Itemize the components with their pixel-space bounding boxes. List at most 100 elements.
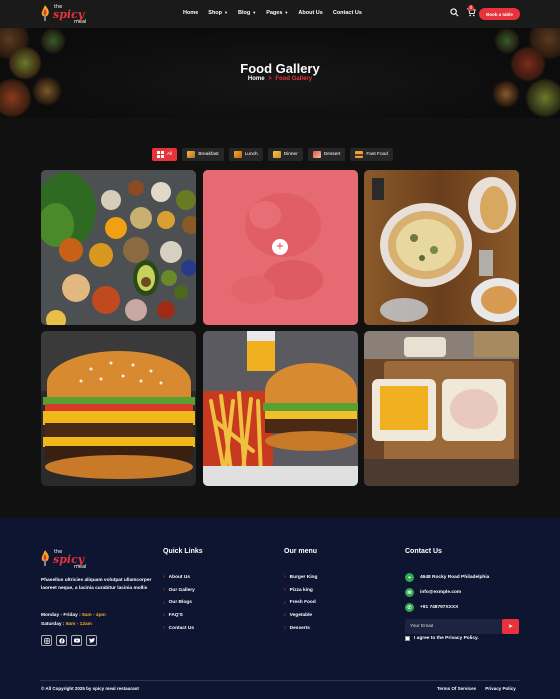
menu-link-burger-king[interactable]: › Burger King xyxy=(284,571,317,584)
search-icon[interactable] xyxy=(450,8,459,17)
filter-all[interactable]: All xyxy=(152,148,178,161)
breadcrumb-home[interactable]: Home xyxy=(248,76,265,82)
gallery-item-vegetables[interactable] xyxy=(41,170,196,325)
hours-saturday: Saturday : 8am - 12am xyxy=(41,620,106,629)
quick-link-contact[interactable]: › Contact Us xyxy=(163,622,195,635)
contact-title: Contact Us xyxy=(405,548,442,555)
nav-label: Blog xyxy=(238,10,251,16)
nav-item-shop[interactable]: Shop ▼ xyxy=(208,10,228,16)
nav-label: Shop xyxy=(208,10,223,16)
flame-icon xyxy=(41,550,49,566)
gallery-item-cheese-toast[interactable] xyxy=(364,331,519,486)
filter-fast-food[interactable]: Fast Food xyxy=(350,148,393,161)
page-hero: Food Gallery Home > Food Gallery xyxy=(0,28,560,118)
privacy-agree[interactable]: I agree to the Privacy Policy. xyxy=(405,636,479,641)
chevron-right-icon: › xyxy=(284,574,286,581)
page-title: Food Gallery xyxy=(240,61,320,76)
quick-link-faqs[interactable]: › FAQ'S xyxy=(163,609,195,622)
link-label: FAQ'S xyxy=(168,612,183,618)
filter-label: All xyxy=(167,152,173,157)
nav-item-blog[interactable]: Blog ▼ xyxy=(238,10,256,16)
chevron-right-icon: › xyxy=(284,625,286,632)
privacy-link[interactable]: Privacy Policy xyxy=(485,686,516,691)
filter-label: Fast Food xyxy=(366,152,388,157)
breakfast-icon xyxy=(187,151,196,158)
gallery-item-cheeseburger[interactable] xyxy=(41,331,196,486)
burger-fries-image xyxy=(203,331,358,486)
quick-link-gallery[interactable]: › Our Gallery xyxy=(163,584,195,597)
quick-link-blogs[interactable]: › Our Blogs xyxy=(163,596,195,609)
nav-item-home[interactable]: Home xyxy=(183,10,198,16)
chevron-right-icon: › xyxy=(163,625,165,632)
link-label: Contact Us xyxy=(168,625,194,631)
gallery-item-burger-fries[interactable] xyxy=(203,331,358,486)
breadcrumb-current: Food Gallery xyxy=(275,76,313,82)
link-label: Vegetable xyxy=(289,612,313,618)
food-decoration xyxy=(492,80,520,108)
opening-hours: Monday - Friday : 8am - 4pm Saturday : 8… xyxy=(41,611,106,629)
flame-icon xyxy=(41,5,49,21)
grid-icon xyxy=(157,151,164,158)
food-decoration xyxy=(494,28,520,54)
pizza-image xyxy=(364,170,519,325)
chevron-down-icon: ▼ xyxy=(252,10,257,15)
filter-label: Dinner xyxy=(283,152,298,157)
send-icon[interactable]: ➤ xyxy=(502,619,519,634)
chevron-right-icon: › xyxy=(284,612,286,619)
filter-label: Lunch xyxy=(244,152,258,157)
chevron-down-icon: ▼ xyxy=(284,10,289,15)
filter-lunch[interactable]: Lunch xyxy=(228,148,263,161)
menu-link-pizza-king[interactable]: › Pizza king xyxy=(284,584,317,597)
menu-link-fresh-food[interactable]: › Fresh Food xyxy=(284,596,317,609)
facebook-icon[interactable] xyxy=(56,635,67,646)
our-menu-title: Our menu xyxy=(284,548,318,555)
cheese-toast-image xyxy=(364,331,519,486)
plus-icon[interactable]: + xyxy=(272,239,288,255)
nav-label: About Us xyxy=(298,10,323,16)
link-label: Pizza king xyxy=(289,587,313,593)
social-links xyxy=(41,635,97,646)
newsletter-email-input[interactable] xyxy=(410,622,498,631)
brand-logo[interactable]: the spicy meal xyxy=(40,3,100,25)
quick-links-title: Quick Links xyxy=(163,548,203,555)
filter-label: Dessert xyxy=(323,152,341,157)
privacy-checkbox[interactable] xyxy=(405,636,410,641)
youtube-icon[interactable] xyxy=(71,635,82,646)
nav-label: Contact Us xyxy=(332,10,362,16)
legal-links: Terms Of Services Privacy Policy xyxy=(437,686,516,691)
food-decoration xyxy=(0,78,32,118)
privacy-agree-label: I agree to the Privacy Policy. xyxy=(414,636,479,641)
link-label: Our Gallery xyxy=(168,587,195,593)
instagram-icon[interactable] xyxy=(41,635,52,646)
link-label: About Us xyxy=(168,574,190,580)
hours-label: Monday - Friday : xyxy=(41,613,81,618)
footer-divider xyxy=(40,680,520,681)
gallery-item-pizza[interactable] xyxy=(364,170,519,325)
food-decoration xyxy=(525,78,560,118)
nav-item-about[interactable]: About Us xyxy=(298,10,322,16)
filter-dessert[interactable]: Dessert xyxy=(307,148,346,161)
filter-breakfast[interactable]: Breakfast xyxy=(182,148,224,161)
gallery-filters: All Breakfast Lunch Dinner Dessert Fast … xyxy=(152,148,393,161)
footer-logo[interactable]: the spicy meal xyxy=(40,548,100,570)
menu-link-vegetable[interactable]: › Vegetable xyxy=(284,609,317,622)
terms-link[interactable]: Terms Of Services xyxy=(437,686,476,691)
filter-label: Breakfast xyxy=(198,152,219,157)
twitter-icon[interactable] xyxy=(86,635,97,646)
gallery-item-dessert[interactable]: + xyxy=(203,170,358,325)
cheeseburger-image xyxy=(41,331,196,486)
contact-address: ⌖ 4648 Rocky Road Philadelphia xyxy=(405,570,489,585)
nav-item-contact[interactable]: Contact Us xyxy=(333,10,362,16)
nav-item-pages[interactable]: Pages ▼ xyxy=(266,10,288,16)
book-table-button[interactable]: Book a table xyxy=(479,8,520,20)
breadcrumb: Home > Food Gallery xyxy=(0,76,560,82)
filter-dinner[interactable]: Dinner xyxy=(267,148,303,161)
contact-email[interactable]: ✉ info@exmple.com xyxy=(405,585,489,600)
menu-link-desserts[interactable]: › Desserts xyxy=(284,622,317,635)
quick-link-about[interactable]: › About Us xyxy=(163,571,195,584)
vegetables-image xyxy=(41,170,196,325)
chevron-right-icon: › xyxy=(163,612,165,619)
location-icon: ⌖ xyxy=(405,573,414,582)
contact-phone[interactable]: ✆ +91 748797XXXX xyxy=(405,600,489,615)
email-text: info@exmple.com xyxy=(420,590,462,595)
